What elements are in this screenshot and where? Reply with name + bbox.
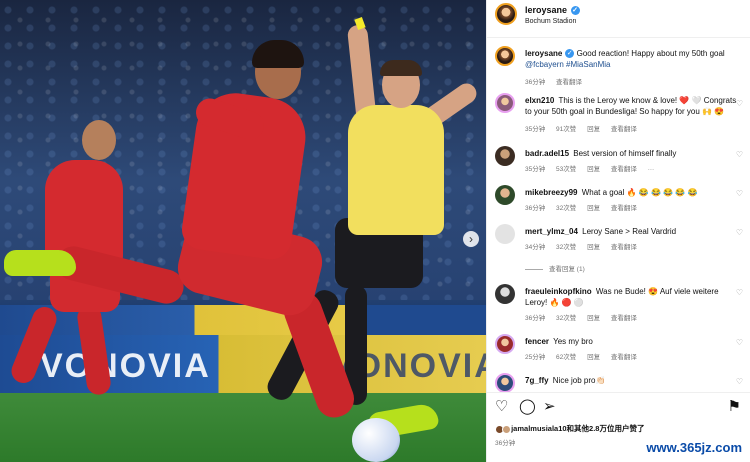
referee-jersey <box>348 105 444 235</box>
avatar[interactable] <box>495 46 515 66</box>
comment-text: Leroy Sane > Real Vardrid <box>582 227 677 236</box>
comment-likes[interactable]: 32次赞 <box>556 205 576 212</box>
like-heart-icon[interactable]: ♡ <box>736 377 743 386</box>
teammate-head <box>82 120 116 160</box>
comment-text: Nice job pro👏🏻 <box>552 376 606 385</box>
post-photo[interactable]: VONOVIA VONOVIA › <box>0 0 486 462</box>
translate-link[interactable]: 查看翻译 <box>611 126 637 133</box>
translate-link[interactable]: 查看翻译 <box>611 244 637 251</box>
reply-button[interactable]: 回复 <box>587 166 600 173</box>
avatar[interactable] <box>495 185 515 205</box>
comment-time: 35分钟 <box>525 166 546 173</box>
comment-likes[interactable]: 53次赞 <box>556 166 576 173</box>
comment-text: This is the Leroy we know & love! ❤️ 🤍 C… <box>525 96 737 116</box>
comment-time: 34分钟 <box>525 244 546 251</box>
lower-adboard: VONOVIA VONOVIA <box>0 335 486 393</box>
avatar[interactable] <box>495 224 515 244</box>
comment-time: 35分钟 <box>525 126 546 133</box>
post-time: 36分钟 <box>495 440 516 447</box>
reply-button[interactable]: 回复 <box>587 354 600 361</box>
comment-text: Best version of himself finally <box>573 149 677 158</box>
translate-link[interactable]: 查看翻译 <box>556 79 582 86</box>
translate-link[interactable]: 查看翻译 <box>611 166 637 173</box>
reply-button[interactable]: 回复 <box>587 244 600 251</box>
comment-username[interactable]: 7g_ffy <box>525 376 549 385</box>
comment-text: What a goal 🔥 😂 😂 😂 😂 😂 <box>581 188 698 197</box>
like-heart-icon[interactable]: ♡ <box>736 99 743 108</box>
comment-time: 25分钟 <box>525 354 546 361</box>
comment-time: 36分钟 <box>525 205 546 212</box>
caption-tags[interactable]: @fcbayern #MiaSanMia <box>525 60 611 69</box>
avatar[interactable] <box>495 146 515 166</box>
like-heart-icon[interactable]: ♡ <box>495 399 508 414</box>
comment-time: 36分钟 <box>525 315 546 322</box>
like-heart-icon[interactable]: ♡ <box>736 338 743 347</box>
comment-username[interactable]: fencer <box>525 337 549 346</box>
caption-text: Good reaction! Happy about my 50th goal <box>576 49 725 58</box>
translate-link[interactable]: 查看翻译 <box>611 354 637 361</box>
comment-username[interactable]: mert_ylmz_04 <box>525 227 578 236</box>
watermark: www.365jz.com <box>646 440 742 455</box>
reply-button[interactable]: 回复 <box>587 315 600 322</box>
avatar[interactable] <box>495 284 515 304</box>
translate-link[interactable]: 查看翻译 <box>611 205 637 212</box>
comment-username[interactable]: elxn210 <box>525 96 554 105</box>
player-boot <box>4 250 76 276</box>
adboard-text-left: VONOVIA <box>40 347 211 385</box>
comment-likes[interactable]: 91次赞 <box>556 126 576 133</box>
caption-username[interactable]: leroysane <box>525 49 562 58</box>
comments-panel: leroysane ✓ Bochum Stadion leroysane ✓ Go… <box>486 0 750 462</box>
avatar[interactable] <box>495 93 515 113</box>
post-username[interactable]: leroysane <box>525 5 567 15</box>
avatar <box>502 424 511 434</box>
comment-likes[interactable]: 32次赞 <box>556 315 576 322</box>
likes-text: jamalmusiala10和其他2.8万位用户赞了 <box>511 424 645 433</box>
next-photo-chevron-icon[interactable]: › <box>463 231 479 247</box>
like-heart-icon[interactable]: ♡ <box>736 228 743 237</box>
avatar[interactable] <box>495 3 517 25</box>
verified-badge-icon: ✓ <box>570 6 580 16</box>
verified-badge-icon: ✓ <box>565 49 575 59</box>
comment-likes[interactable]: 62次赞 <box>556 354 576 361</box>
comment-text: Yes my bro <box>553 337 593 346</box>
post-header: leroysane ✓ Bochum Stadion <box>487 0 750 38</box>
action-bar: ♡ ◯ ➢ ⚑ <box>487 392 750 420</box>
comment-likes[interactable]: 32次赞 <box>556 244 576 251</box>
view-replies-link[interactable]: 查看回复 (1) <box>525 263 585 273</box>
referee-hair <box>380 60 422 76</box>
translate-link[interactable]: 查看翻译 <box>611 315 637 322</box>
like-heart-icon[interactable]: ♡ <box>736 189 743 198</box>
like-heart-icon[interactable]: ♡ <box>736 288 743 297</box>
reply-button[interactable]: 回复 <box>587 205 600 212</box>
bookmark-icon[interactable]: ⚑ <box>728 399 741 414</box>
comment-username[interactable]: fraeuleinkopfkino <box>525 287 592 296</box>
avatar[interactable] <box>495 334 515 354</box>
likes-summary[interactable]: jamalmusiala10和其他2.8万位用户赞了 <box>495 423 644 434</box>
football <box>352 418 400 462</box>
post-location[interactable]: Bochum Stadion <box>525 18 576 25</box>
more-options-icon[interactable]: ··· <box>648 166 655 173</box>
share-send-icon[interactable]: ➢ <box>543 399 556 414</box>
avatar[interactable] <box>495 373 515 393</box>
reply-button[interactable]: 回复 <box>587 126 600 133</box>
comment-bubble-icon[interactable]: ◯ <box>519 399 536 414</box>
comment-username[interactable]: badr.adel15 <box>525 149 569 158</box>
caption-time: 36分钟 <box>525 79 546 86</box>
like-heart-icon[interactable]: ♡ <box>736 150 743 159</box>
comment-username[interactable]: mikebreezy99 <box>525 188 577 197</box>
